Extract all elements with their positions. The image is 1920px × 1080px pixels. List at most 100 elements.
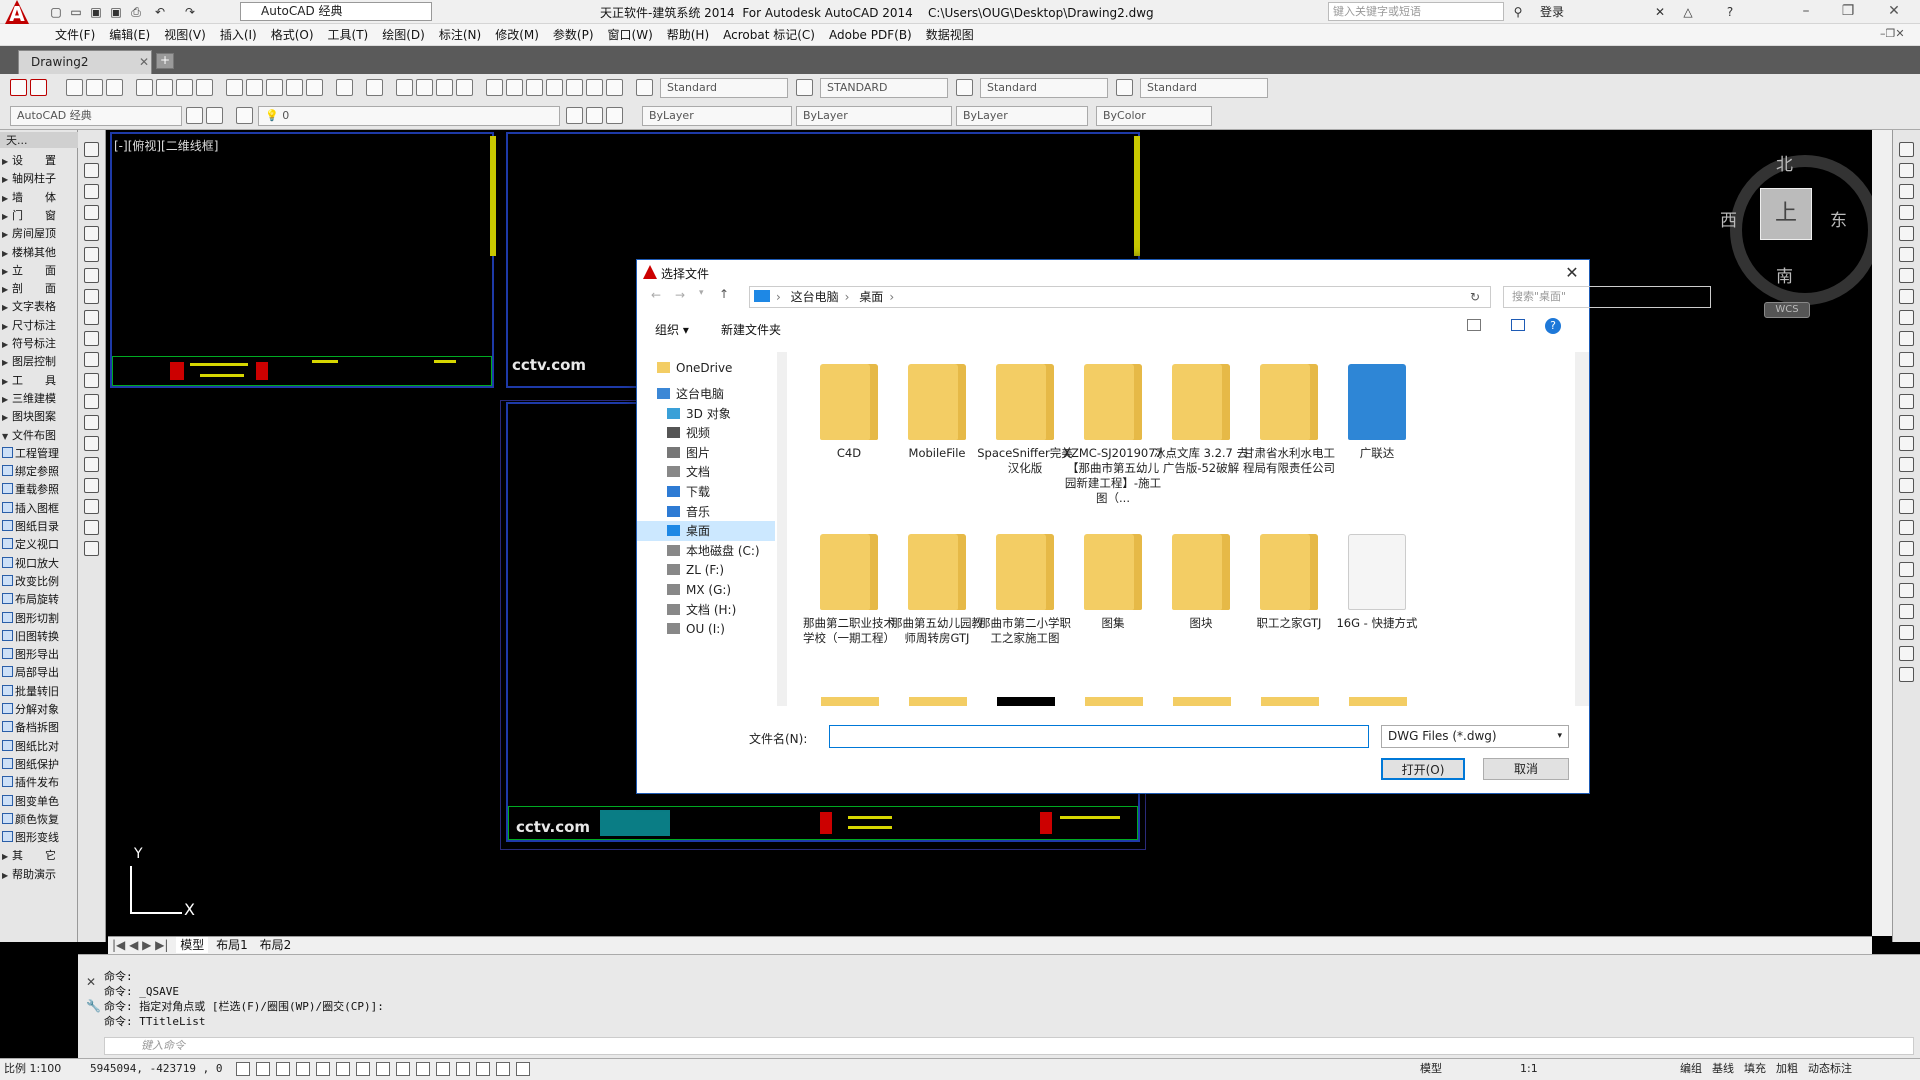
nav-item[interactable]: 下载 (637, 482, 775, 502)
draw-tool-icon[interactable] (84, 205, 99, 220)
lwt-icon[interactable] (436, 1062, 450, 1076)
text-style-select[interactable]: Standard (660, 78, 788, 98)
zoom-window-icon[interactable] (436, 79, 453, 96)
breadcrumb-desktop[interactable]: 桌面 (859, 290, 883, 304)
draw-tool-icon[interactable] (84, 520, 99, 535)
save-icon-2[interactable] (106, 79, 123, 96)
folder-icon[interactable] (909, 697, 967, 706)
file-item[interactable]: 甘肃省水利水电工程局有限责任公司 (1239, 364, 1339, 476)
tangent-menu-item[interactable]: 备档拆图 (2, 719, 76, 737)
menu-draw[interactable]: 绘图(D) (375, 24, 432, 46)
file-item[interactable]: 那曲第五幼儿园教师周转房GTJ (887, 534, 987, 646)
am-icon[interactable] (516, 1062, 530, 1076)
tangent-menu-item[interactable]: ▶ 其 它 (2, 847, 76, 865)
keyword-search-input[interactable]: 键入关键字或短语 (1328, 2, 1504, 21)
folder-icon[interactable] (1349, 697, 1407, 706)
menu-tools[interactable]: 工具(T) (321, 24, 376, 46)
forward-icon[interactable]: → (675, 288, 685, 302)
file-item[interactable]: 冰点文库 3.2.7 去广告版-52破解 (1151, 364, 1251, 476)
nav-item[interactable]: 本地磁盘 (C:) (637, 541, 775, 561)
minimize-button[interactable]: – (1786, 0, 1826, 24)
nav-item[interactable]: 3D 对象 (637, 404, 775, 424)
wcs-menu[interactable]: WCS (1764, 302, 1810, 318)
modify-tool-icon[interactable] (1899, 226, 1914, 241)
draw-tool-icon[interactable] (84, 247, 99, 262)
close-icon[interactable]: ✕ (86, 975, 96, 989)
ducs-icon[interactable] (396, 1062, 410, 1076)
modify-tool-icon[interactable] (1899, 667, 1914, 682)
plotstyle-select[interactable]: ByColor (1096, 106, 1212, 126)
tab-model[interactable]: 模型 (176, 937, 209, 953)
redo-icon[interactable]: ↷ (180, 2, 200, 22)
compass-south[interactable]: 南 (1776, 262, 1793, 287)
draw-tool-icon[interactable] (84, 310, 99, 325)
tangent-menu-item[interactable]: ▶ 符号标注 (2, 335, 76, 353)
grid-icon[interactable] (276, 1062, 290, 1076)
breadcrumb-this-pc[interactable]: 这台电脑 (791, 290, 839, 304)
close-tab-icon[interactable]: ✕ (139, 51, 153, 73)
open-button[interactable]: 打开(O) (1381, 758, 1465, 780)
tab-layout2[interactable]: 布局2 (256, 937, 296, 953)
draw-tool-icon[interactable] (84, 268, 99, 283)
tangent-menu-item[interactable]: 颜色恢复 (2, 811, 76, 829)
group-toggle[interactable]: 编组 (1680, 1059, 1702, 1079)
tangent-menu-item[interactable]: ▶ 楼梯其他 (2, 244, 76, 262)
workspace-select[interactable]: AutoCAD 经典 (240, 2, 432, 21)
open-icon[interactable] (86, 79, 103, 96)
layer-manager-icon[interactable] (236, 107, 253, 124)
qp-icon[interactable] (476, 1062, 490, 1076)
compass-east[interactable]: 东 (1830, 206, 1847, 231)
draw-tool-icon[interactable] (84, 352, 99, 367)
modify-tool-icon[interactable] (1899, 499, 1914, 514)
modify-tool-icon[interactable] (1899, 646, 1914, 661)
draw-tool-icon[interactable] (84, 541, 99, 556)
modify-tool-icon[interactable] (1899, 415, 1914, 430)
scale-select[interactable]: 比例 1:100 (4, 1059, 61, 1079)
file-item[interactable]: 图块 (1151, 534, 1251, 631)
tangent-menu-item[interactable]: 图形变线 (2, 829, 76, 847)
new-folder-button[interactable]: 新建文件夹 (721, 321, 781, 338)
layer-previous-icon[interactable] (586, 107, 603, 124)
draw-tool-icon[interactable] (84, 499, 99, 514)
tangent-menu-item[interactable]: ▶ 门 窗 (2, 207, 76, 225)
tangent-menu-item[interactable]: 局部导出 (2, 664, 76, 682)
draw-tool-icon[interactable] (84, 478, 99, 493)
tangent-menu-item[interactable]: 视口放大 (2, 555, 76, 573)
sc-icon[interactable] (496, 1062, 510, 1076)
tangent-menu-item[interactable]: ▶ 图块图案 (2, 408, 76, 426)
modify-tool-icon[interactable] (1899, 310, 1914, 325)
model-space-label[interactable]: 模型 (1420, 1059, 1442, 1079)
file-item[interactable]: C4D (799, 364, 899, 461)
tangent-menu-item[interactable]: ▶ 三维建模 (2, 390, 76, 408)
tangent-menu-item[interactable]: ▶ 设 置 (2, 152, 76, 170)
nav-item[interactable]: 这台电脑 (637, 384, 775, 404)
bold-toggle[interactable]: 加粗 (1776, 1059, 1798, 1079)
folder-icon[interactable] (1085, 697, 1143, 706)
tangent-menu-item[interactable]: 改变比例 (2, 573, 76, 591)
nav-item[interactable]: 桌面 (637, 521, 775, 542)
mdi-controls[interactable]: –❐✕ (1880, 27, 1905, 40)
ortho-icon[interactable] (296, 1062, 310, 1076)
folder-icon[interactable] (1261, 697, 1319, 706)
tangent-menu-item[interactable]: ▼ 文件布图 (2, 427, 76, 445)
match-prop-icon[interactable] (286, 79, 303, 96)
new-file-icon[interactable]: ▢ (46, 2, 66, 22)
tangent-menu-item[interactable]: ▶ 帮助演示 (2, 866, 76, 884)
nav-item[interactable]: OneDrive (637, 358, 775, 378)
refresh-icon[interactable]: ↻ (1470, 287, 1480, 307)
layer-state-icon[interactable] (606, 107, 623, 124)
cut-icon[interactable] (226, 79, 243, 96)
modify-tool-icon[interactable] (1899, 457, 1914, 472)
menu-insert[interactable]: 插入(I) (213, 24, 264, 46)
organize-button[interactable]: 组织 ▾ (655, 321, 689, 338)
compass-west[interactable]: 西 (1720, 206, 1737, 231)
3d-dwf-icon[interactable] (196, 79, 213, 96)
zoom-previous-icon[interactable] (456, 79, 473, 96)
modify-tool-icon[interactable] (1899, 184, 1914, 199)
snap-icon[interactable] (256, 1062, 270, 1076)
menu-acrobat[interactable]: Acrobat 标记(C) (716, 24, 822, 46)
modify-tool-icon[interactable] (1899, 352, 1914, 367)
vertical-scrollbar[interactable] (1872, 130, 1892, 936)
publish-icon[interactable] (176, 79, 193, 96)
undo-icon-2[interactable] (336, 79, 353, 96)
